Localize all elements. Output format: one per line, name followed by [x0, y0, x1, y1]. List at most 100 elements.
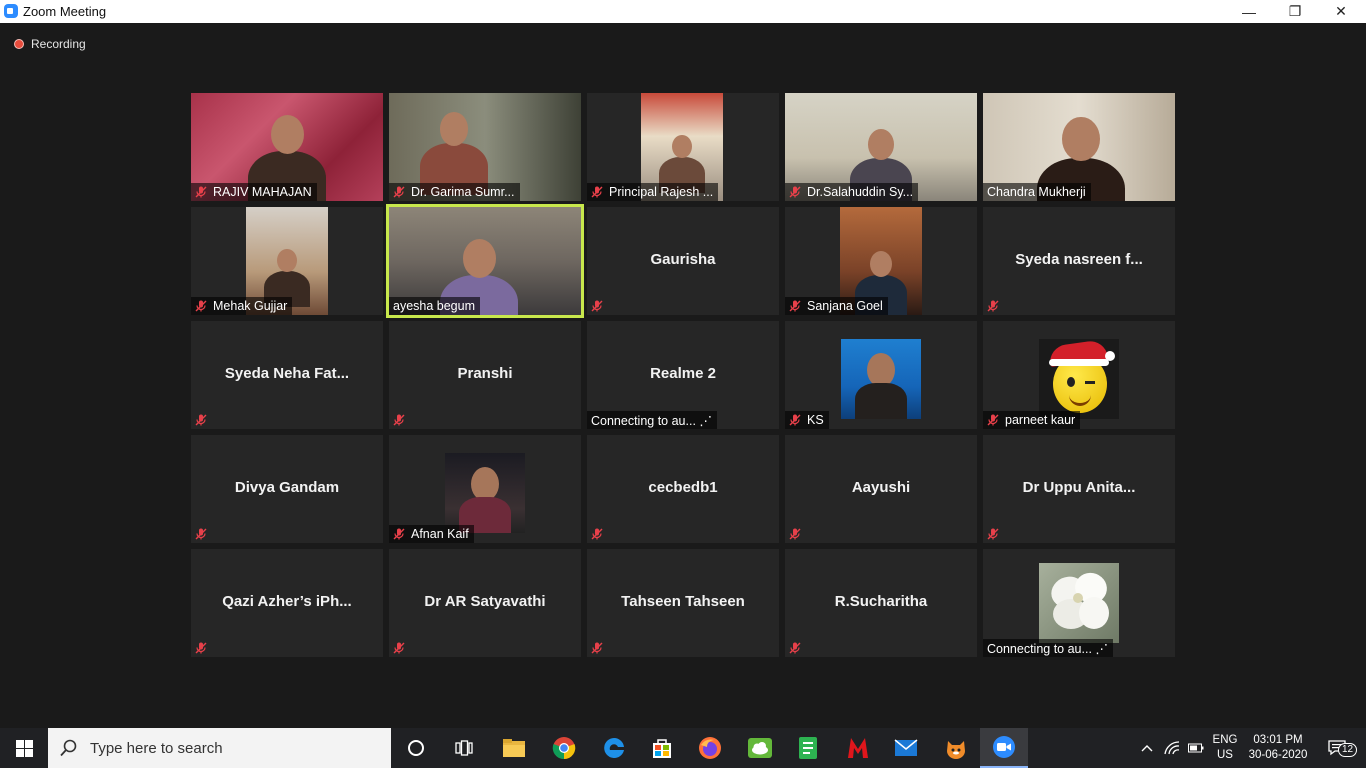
start-button[interactable] [0, 728, 48, 768]
battery-button[interactable] [1184, 728, 1208, 768]
participant-name-label: RAJIV MAHAJAN [191, 183, 317, 201]
participant-tile[interactable]: Dr. Garima Sumr... [389, 93, 581, 201]
participant-tile[interactable]: Gaurisha [587, 207, 779, 315]
participant-name-label: parneet kaur [983, 411, 1081, 429]
task-view-icon [455, 740, 473, 756]
participant-display-name: Realme 2 [650, 365, 716, 382]
muted-microphone-icon [987, 528, 999, 540]
minimize-button[interactable]: — [1226, 0, 1272, 23]
action-center-button[interactable]: 12 [1318, 728, 1358, 768]
participant-tile[interactable]: Qazi Azher’s iPh... [191, 549, 383, 657]
document-app[interactable] [784, 728, 832, 768]
participant-name: ayesha begum [393, 299, 476, 313]
red-m-app[interactable] [834, 728, 882, 768]
participant-tile[interactable]: cecbedb1 [587, 435, 779, 543]
taskbar-search-box[interactable] [48, 728, 391, 768]
restore-button[interactable]: ❐ [1272, 0, 1318, 23]
participant-tile[interactable]: Dr Uppu Anita... [983, 435, 1175, 543]
task-view-button[interactable] [440, 728, 488, 768]
participant-tile[interactable]: RAJIV MAHAJAN [191, 93, 383, 201]
red-m-icon [848, 738, 868, 758]
participant-name-label [983, 297, 1010, 315]
participant-name-label [587, 525, 614, 543]
participant-name: KS [807, 413, 824, 427]
participant-tile[interactable]: Divya Gandam [191, 435, 383, 543]
zoom-app[interactable] [980, 728, 1028, 768]
muted-microphone-icon [393, 414, 405, 426]
cat-face-icon [947, 741, 965, 759]
participant-name: Dr.Salahuddin Sy... [807, 185, 914, 199]
clock-time: 03:01 PM [1253, 734, 1303, 746]
recording-icon [14, 39, 24, 49]
participant-tile[interactable]: Chandra Mukherji [983, 93, 1175, 201]
participant-tile[interactable]: R.Sucharitha [785, 549, 977, 657]
recording-indicator[interactable]: Recording [14, 36, 86, 52]
participant-tile[interactable]: Aayushi [785, 435, 977, 543]
participant-name-label [785, 639, 812, 657]
participant-display-name: Syeda nasreen f... [1015, 251, 1143, 268]
microsoft-store-app[interactable] [638, 728, 686, 768]
cortana-button[interactable] [392, 728, 440, 768]
firefox-app[interactable] [686, 728, 734, 768]
participant-name-label [587, 639, 614, 657]
participant-avatar [841, 339, 921, 419]
participant-tile[interactable]: parneet kaur [983, 321, 1175, 429]
recording-label: Recording [31, 37, 86, 51]
windows-taskbar: ENG US 03:01 PM 30-06-2020 12 [0, 728, 1366, 768]
participant-tile[interactable]: Sanjana Goel [785, 207, 977, 315]
close-button[interactable]: ✕ [1318, 0, 1364, 23]
wifi-icon [1164, 741, 1180, 755]
language-indicator[interactable]: ENG US [1206, 728, 1244, 768]
muted-microphone-icon [789, 414, 801, 426]
mail-app[interactable] [882, 728, 930, 768]
participant-display-name: Syeda Neha Fat... [224, 365, 350, 382]
keyboard-region: US [1217, 749, 1233, 761]
clock-date: 30-06-2020 [1248, 749, 1308, 761]
connection-status: Connecting to au... ⋰ [987, 641, 1108, 656]
participant-name-label: KS [785, 411, 829, 429]
participant-name: Afnan Kaif [411, 527, 469, 541]
participant-name: Mehak Gujjar [213, 299, 288, 313]
cat-app[interactable] [932, 728, 980, 768]
folder-icon [503, 739, 525, 757]
participant-tile[interactable]: Syeda Neha Fat... [191, 321, 383, 429]
participant-name-label [389, 411, 416, 429]
participant-tile[interactable]: Realme 2 Connecting to au... ⋰ [587, 321, 779, 429]
participant-tile[interactable]: Mehak Gujjar [191, 207, 383, 315]
edge-app[interactable] [590, 728, 638, 768]
participant-display-name: Dr Uppu Anita... [1022, 479, 1136, 496]
participant-tile[interactable]: Dr.Salahuddin Sy... [785, 93, 977, 201]
search-input[interactable] [88, 738, 372, 758]
participant-name-label: Sanjana Goel [785, 297, 888, 315]
participant-tile[interactable]: Afnan Kaif [389, 435, 581, 543]
chrome-app[interactable] [540, 728, 588, 768]
participant-tile[interactable]: Connecting to au... ⋰ [983, 549, 1175, 657]
participant-name-label: ayesha begum [389, 297, 481, 315]
participant-tile[interactable]: KS [785, 321, 977, 429]
show-hidden-icons-button[interactable] [1136, 728, 1158, 768]
chevron-up-icon [1141, 745, 1153, 752]
store-bag-icon [653, 739, 671, 758]
participant-name: RAJIV MAHAJAN [213, 185, 312, 199]
participant-tile[interactable]: Dr AR Satyavathi [389, 549, 581, 657]
green-cloud-app[interactable] [736, 728, 784, 768]
participant-display-name: Pranshi [457, 365, 513, 382]
windows-logo-icon [15, 739, 33, 757]
participant-name: Principal Rajesh ... [609, 185, 714, 199]
file-explorer-app[interactable] [490, 728, 538, 768]
clock[interactable]: 03:01 PM 30-06-2020 [1246, 728, 1310, 768]
network-button[interactable] [1160, 728, 1184, 768]
participant-tile[interactable]: Pranshi [389, 321, 581, 429]
participant-tile[interactable]: Principal Rajesh ... [587, 93, 779, 201]
participant-name-label: Connecting to au... ⋰ [983, 639, 1113, 657]
participant-name-label: Dr. Garima Sumr... [389, 183, 520, 201]
participant-display-name: Divya Gandam [234, 479, 340, 496]
participant-name-label: Dr.Salahuddin Sy... [785, 183, 919, 201]
participant-tile[interactable]: Syeda nasreen f... [983, 207, 1175, 315]
participant-display-name: R.Sucharitha [834, 593, 928, 610]
battery-icon [1188, 743, 1204, 753]
participant-tile[interactable]: ayesha begum [386, 204, 584, 318]
participant-tile[interactable]: Tahseen Tahseen [587, 549, 779, 657]
firefox-icon [699, 737, 721, 759]
muted-microphone-icon [987, 414, 999, 426]
